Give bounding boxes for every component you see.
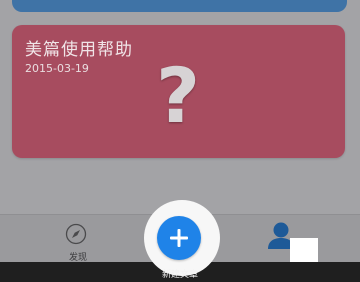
new-article-button[interactable] bbox=[157, 216, 201, 260]
tab-discover[interactable]: 发现 bbox=[52, 221, 104, 263]
article-date: 2015-03-19 bbox=[25, 62, 89, 75]
app-screen: 美篇使用帮助 2015-03-19 ? 发现 新建文章 bbox=[0, 0, 360, 282]
compass-icon bbox=[65, 223, 87, 245]
article-card-partial[interactable] bbox=[12, 0, 347, 12]
new-article-label: 新建文章 bbox=[161, 270, 198, 280]
plus-icon bbox=[170, 229, 188, 247]
article-title: 美篇使用帮助 bbox=[25, 40, 133, 60]
article-card[interactable]: 美篇使用帮助 2015-03-19 ? bbox=[12, 25, 345, 158]
question-mark-icon: ? bbox=[155, 51, 201, 140]
